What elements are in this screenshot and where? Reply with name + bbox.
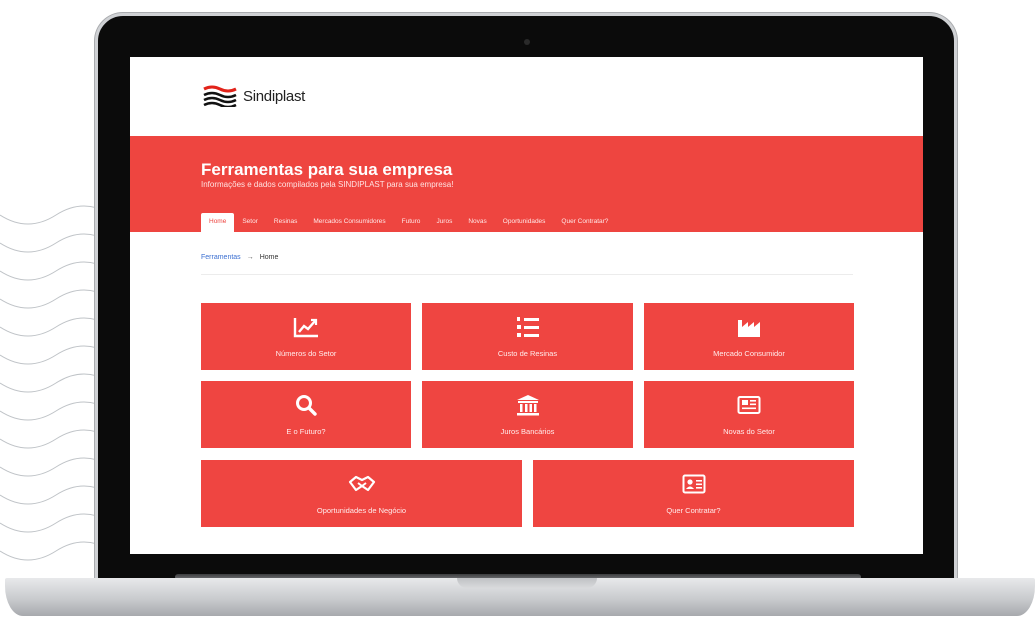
tile-label: Custo de Resinas [497,349,558,358]
tile-novas-do-setor[interactable]: Novas do Setor [644,381,854,448]
tile-label: Números do Setor [275,349,337,358]
tab-home[interactable]: Home [201,213,235,232]
divider [201,274,853,275]
tab-bar: Home Setor Resinas Mercados Consumidores… [201,213,616,232]
breadcrumb-link-ferramentas[interactable]: Ferramentas [201,254,241,261]
tile-label: Quer Contratar? [666,506,721,515]
site-logo[interactable]: Sindiplast [203,85,305,107]
factory-icon [737,315,761,339]
tab-resinas[interactable]: Resinas [266,213,305,232]
tab-setor[interactable]: Setor [234,213,266,232]
tab-novas[interactable]: Novas [460,213,494,232]
decorative-waves [0,205,110,561]
webcam [524,39,530,45]
tab-oportunidades[interactable]: Oportunidades [495,213,554,232]
brand-name: Sindiplast [243,87,306,105]
tile-label: Novas do Setor [723,427,775,436]
tab-mercados-consumidores[interactable]: Mercados Consumidores [305,213,393,232]
tile-custo-de-resinas[interactable]: Custo de Resinas [422,303,633,370]
newspaper-icon [737,393,761,417]
tile-quer-contratar[interactable]: Quer Contratar? [533,460,854,527]
tile-mercado-consumidor[interactable]: Mercado Consumidor [644,303,854,370]
laptop-notch [457,578,597,588]
handshake-icon [348,472,376,496]
tile-oportunidades-de-negocio[interactable]: Oportunidades de Negócio [201,460,522,527]
tab-futuro[interactable]: Futuro [394,213,429,232]
page-subtitle: Informações e dados compilados pela SIND… [201,180,454,189]
tile-numeros-do-setor[interactable]: Números do Setor [201,303,411,370]
tab-juros[interactable]: Juros [428,213,460,232]
sindiplast-logo-icon [203,85,237,107]
breadcrumb-separator: → [246,254,254,261]
tile-label: Mercado Consumidor [713,349,785,358]
search-icon [295,393,317,417]
tile-label: Oportunidades de Negócio [316,506,407,515]
chart-line-icon [293,315,319,339]
breadcrumb-current: Home [259,254,279,261]
tile-e-o-futuro[interactable]: E o Futuro? [201,381,411,448]
id-card-icon [682,472,706,496]
tile-juros-bancarios[interactable]: Juros Bancários [422,381,633,448]
tile-label: E o Futuro? [286,427,326,436]
tile-label: Juros Bancários [500,427,555,436]
page-title: Ferramentas para sua empresa [201,160,453,179]
numbered-list-icon [516,315,540,339]
bank-icon [516,393,540,417]
breadcrumb: Ferramentas → Home [201,254,278,261]
site-header: Sindiplast [130,57,923,136]
hero-banner: Ferramentas para sua empresa Informações… [130,136,923,232]
tab-quer-contratar[interactable]: Quer Contratar? [553,213,616,232]
laptop-screen: Sindiplast Ferramentas para sua empresa … [130,57,923,554]
